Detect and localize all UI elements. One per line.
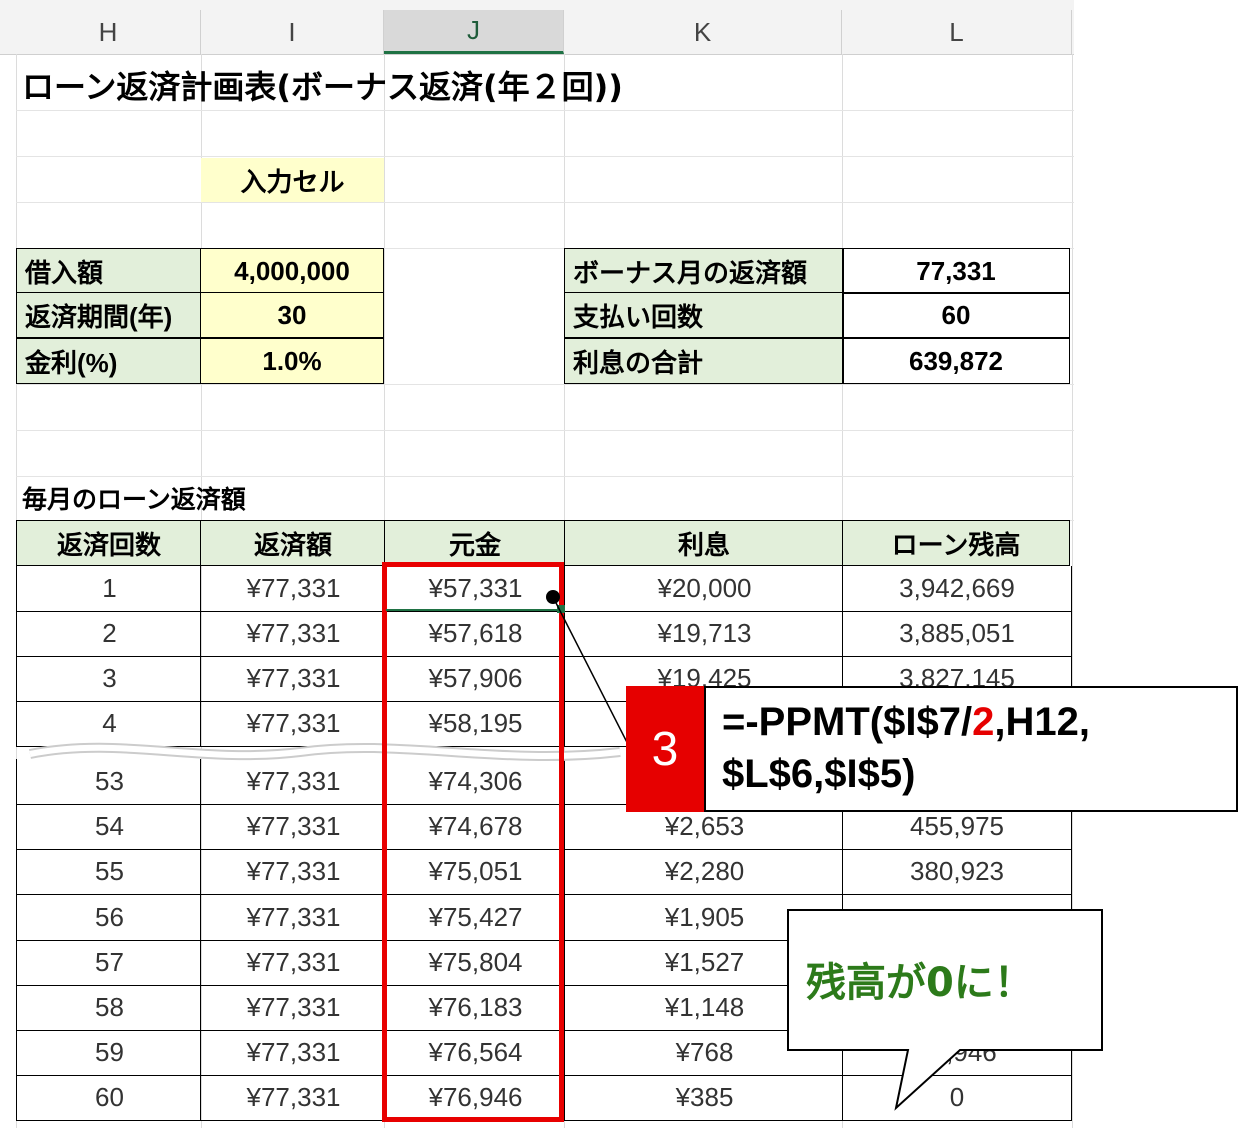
speech-bubble: [787, 909, 1103, 1111]
speech-text: 残高が0に！: [806, 960, 1034, 1006]
